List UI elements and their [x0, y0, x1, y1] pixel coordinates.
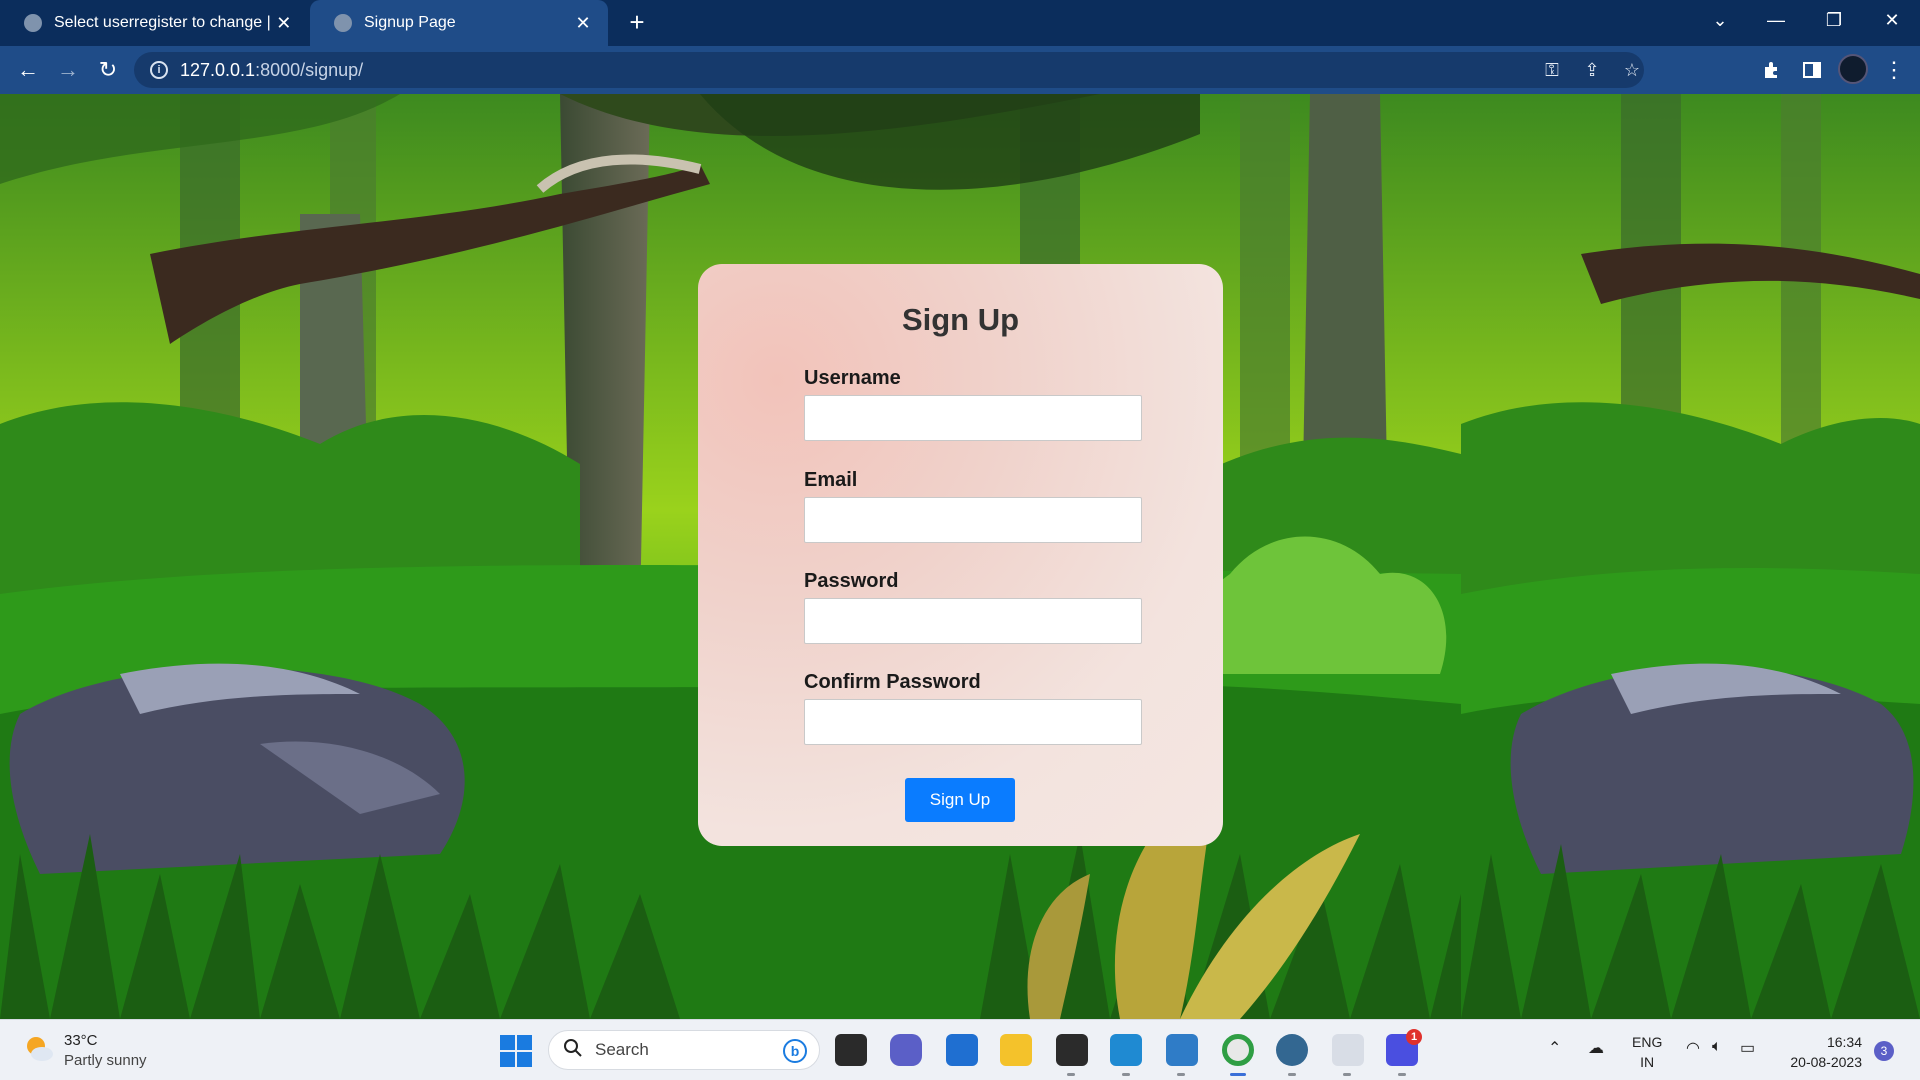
- password-label: Password: [804, 570, 899, 592]
- running-indicator: [1122, 1073, 1130, 1076]
- running-indicator: [1067, 1073, 1075, 1076]
- app-notification-badge: 1: [1406, 1029, 1422, 1045]
- key-icon[interactable]: ⚿: [1536, 54, 1568, 86]
- task-view-icon[interactable]: [835, 1034, 867, 1066]
- forward-arrow-icon[interactable]: →: [52, 54, 84, 86]
- signup-card: Sign Up Username Email Password Confirm …: [698, 264, 1223, 846]
- username-input[interactable]: [804, 395, 1142, 441]
- close-icon[interactable]: ✕: [274, 13, 294, 34]
- browser-titlebar: Select userregister to change | Dj ✕ Sig…: [0, 0, 1920, 46]
- globe-icon: [334, 14, 352, 32]
- search-placeholder: Search: [595, 1040, 649, 1059]
- page-title: Sign Up: [901, 302, 1020, 337]
- photos-icon[interactable]: [1166, 1034, 1198, 1066]
- running-indicator: [1288, 1073, 1296, 1076]
- page-viewport: Sign Up Username Email Password Confirm …: [0, 94, 1920, 1019]
- email-input[interactable]: [804, 497, 1142, 543]
- close-icon[interactable]: ✕: [572, 13, 594, 34]
- search-icon: [563, 1038, 583, 1063]
- confirm-password-input[interactable]: [804, 699, 1142, 745]
- language-code: ENG: [1632, 1034, 1663, 1050]
- clock-date: 20-08-2023: [1790, 1054, 1862, 1070]
- more-menu-icon[interactable]: ⋮: [1878, 54, 1910, 86]
- teams-chat-icon[interactable]: [890, 1034, 922, 1066]
- tab-title: Select userregister to change | Dj: [54, 14, 274, 31]
- tab-signup-page[interactable]: Signup Page ✕: [310, 0, 608, 46]
- tab-title: Signup Page: [364, 14, 456, 31]
- restore-button[interactable]: ❐: [1806, 0, 1862, 40]
- language-indicator[interactable]: ENG IN: [1632, 1032, 1662, 1072]
- star-bookmark-icon[interactable]: ☆: [1616, 54, 1648, 86]
- windows-start-button[interactable]: [500, 1035, 532, 1067]
- file-explorer-icon[interactable]: [1000, 1034, 1032, 1066]
- tab-search-chevron-icon[interactable]: ⌄: [1692, 0, 1748, 40]
- running-indicator: [1398, 1073, 1406, 1076]
- globe-icon: [24, 14, 42, 32]
- share-icon[interactable]: ⇪: [1576, 54, 1608, 86]
- profile-avatar[interactable]: [1838, 54, 1868, 84]
- running-indicator: [1343, 1073, 1351, 1076]
- wifi-icon[interactable]: ◠: [1686, 1038, 1700, 1058]
- active-indicator: [1230, 1073, 1246, 1076]
- volume-icon[interactable]: 🔈︎: [1712, 1038, 1722, 1056]
- battery-icon[interactable]: ▭: [1740, 1038, 1755, 1058]
- clock-time: 16:34: [1826, 1034, 1862, 1050]
- terminal-icon[interactable]: [1056, 1034, 1088, 1066]
- email-label: Email: [804, 469, 858, 491]
- show-hidden-icons-chevron[interactable]: ⌃: [1548, 1038, 1561, 1058]
- taskbar-search[interactable]: Search b: [548, 1030, 820, 1070]
- username-label: Username: [804, 367, 901, 389]
- vscode-icon[interactable]: [1110, 1034, 1142, 1066]
- confirm-password-label: Confirm Password: [804, 671, 981, 693]
- address-bar[interactable]: i 127.0.0.1:8000/signup/ ☆ ⇪ ⚿: [134, 52, 1644, 88]
- minimize-button[interactable]: —: [1748, 0, 1804, 40]
- system-clock[interactable]: 16:34 20-08-2023: [1782, 1032, 1862, 1072]
- onedrive-cloud-icon[interactable]: ☁: [1588, 1038, 1604, 1058]
- jungle-background-tile: [1461, 94, 1920, 1019]
- browser-toolbar: ← → ↻ i 127.0.0.1:8000/signup/ ☆ ⇪ ⚿ ⋮: [0, 46, 1920, 94]
- microsoft-store-icon[interactable]: [946, 1034, 978, 1066]
- tab-django-admin[interactable]: Select userregister to change | Dj ✕: [0, 0, 308, 46]
- extensions-puzzle-icon[interactable]: [1756, 54, 1788, 86]
- notification-count-badge[interactable]: 3: [1874, 1041, 1894, 1061]
- sign-up-button[interactable]: Sign Up: [905, 778, 1015, 822]
- back-arrow-icon[interactable]: ←: [12, 54, 44, 86]
- side-panel-icon[interactable]: [1796, 54, 1828, 86]
- taskbar: 33°C Partly sunny Search b 1 ⌃ ☁ ENG IN …: [0, 1019, 1920, 1080]
- weather-condition[interactable]: Partly sunny: [64, 1052, 147, 1069]
- running-indicator: [1177, 1073, 1185, 1076]
- reload-icon[interactable]: ↻: [92, 54, 124, 86]
- password-input[interactable]: [804, 598, 1142, 644]
- postgres-icon[interactable]: [1276, 1034, 1308, 1066]
- chrome-icon[interactable]: [1222, 1034, 1254, 1066]
- close-window-button[interactable]: ✕: [1864, 0, 1920, 40]
- weather-partly-sunny-icon[interactable]: [22, 1032, 56, 1066]
- site-info-icon[interactable]: i: [150, 61, 168, 79]
- bing-icon[interactable]: b: [783, 1039, 807, 1063]
- snipping-tool-icon[interactable]: [1332, 1034, 1364, 1066]
- url-text[interactable]: 127.0.0.1:8000/signup/: [180, 60, 363, 81]
- weather-temperature[interactable]: 33°C: [64, 1032, 98, 1049]
- region-code: IN: [1640, 1054, 1655, 1070]
- new-tab-button[interactable]: +: [622, 8, 652, 38]
